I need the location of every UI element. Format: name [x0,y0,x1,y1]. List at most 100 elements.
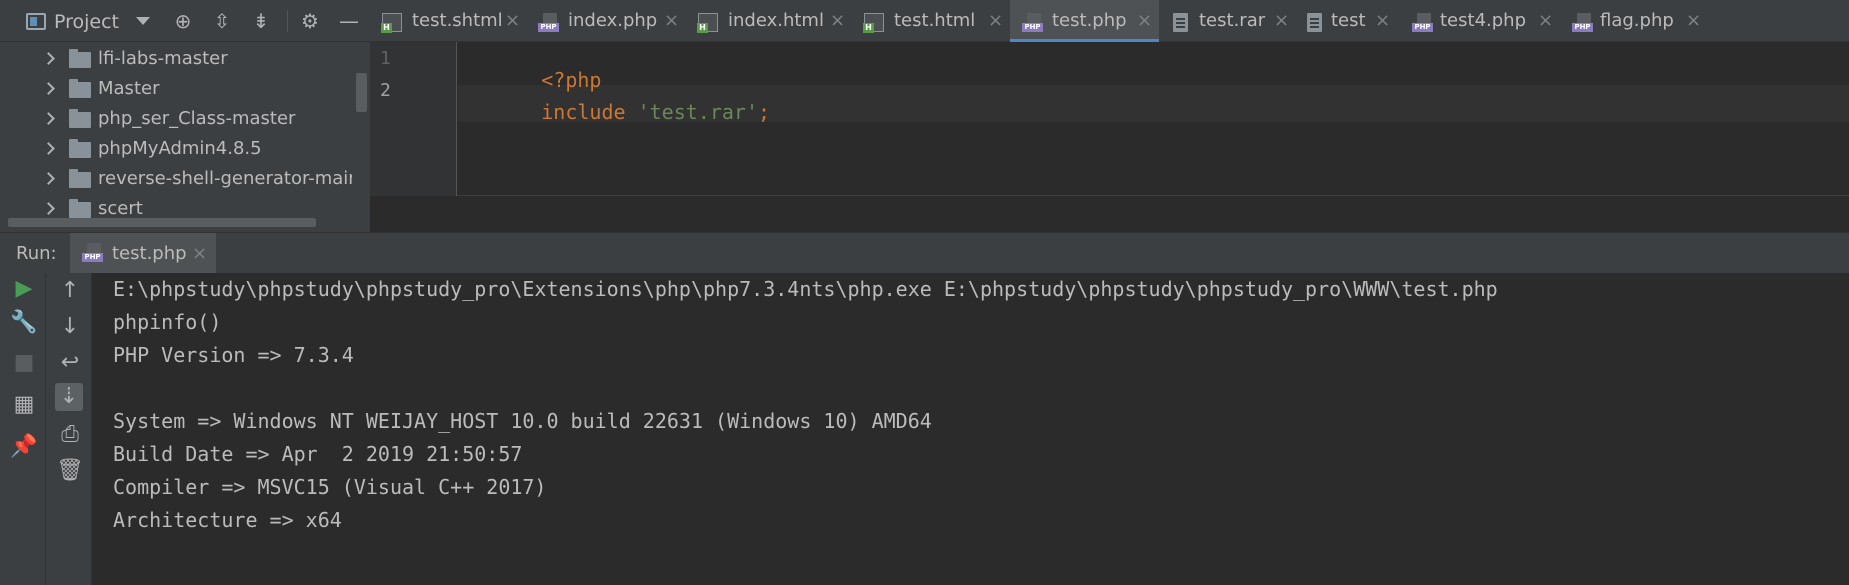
tab-test-rar[interactable]: test.rar × [1159,0,1289,42]
php-file-icon [1572,13,1593,32]
collapse-all-icon[interactable]: ⇟ [249,9,273,33]
tree-vertical-scrollbar[interactable] [356,73,367,112]
chevron-right-icon[interactable] [42,202,55,215]
scroll-to-end-icon[interactable]: ⇣ [55,383,83,411]
chevron-down-icon[interactable] [136,17,150,25]
run-tab-test-php[interactable]: test.php × [70,233,216,273]
tab-label: test.html [894,10,976,31]
tab-index-html[interactable]: index.html × [686,0,852,42]
folder-icon [69,139,91,158]
run-toolbar-right: ↑ ↓ ↩ ⇣ ⎙ 🗑 [46,273,92,585]
html-file-icon [381,13,402,33]
console-line: PHP Version => 7.3.4 [113,343,354,367]
close-icon[interactable]: × [1538,10,1553,31]
tab-label: test.php [1052,10,1127,31]
folder-icon [69,199,91,218]
line-number: 2 [380,80,391,101]
arrow-up-icon[interactable]: ↑ [56,277,84,305]
tree-item[interactable]: phpMyAdmin4.8.5 [0,134,352,164]
tree-item-label: scert [98,198,143,219]
tab-label: test.rar [1199,10,1266,31]
tree-item[interactable]: scert [0,194,352,220]
tree-item[interactable]: lfi-labs-master [0,44,352,74]
console-line: E:\phpstudy\phpstudy\phpstudy_pro\Extens… [113,277,1498,301]
run-panel: Run: test.php × ▶ 🔧 ■ ▦ 📌 ↑ ↓ ↩ ⇣ ⎙ 🗑 E:… [0,232,1849,585]
tab-flag-php[interactable]: flag.php × [1560,0,1710,42]
print-icon[interactable]: ⎙ [56,421,84,449]
php-file-icon [538,13,559,32]
tree-item[interactable]: reverse-shell-generator-main [0,164,352,194]
tab-test-shtml[interactable]: test.shtml × [370,0,526,42]
console-output[interactable]: E:\phpstudy\phpstudy\phpstudy_pro\Extens… [96,273,1849,585]
close-icon[interactable]: × [664,10,679,31]
close-icon[interactable]: × [988,10,1003,31]
run-toolbar-left: ▶ 🔧 ■ ▦ 📌 [0,273,46,585]
close-icon[interactable]: × [830,10,845,31]
chevron-right-icon[interactable] [42,142,55,155]
text-file-icon [1307,13,1322,32]
tab-index-php[interactable]: index.php × [526,0,686,42]
console-line: Compiler => MSVC15 (Visual C++ 2017) [113,475,547,499]
html-file-icon [863,13,884,33]
stop-icon[interactable]: ■ [10,349,38,377]
chevron-right-icon[interactable] [42,172,55,185]
trash-icon[interactable]: 🗑 [56,457,84,485]
project-title[interactable]: Project [54,11,119,33]
arrow-down-icon[interactable]: ↓ [56,313,84,341]
gear-icon[interactable]: ⚙ [298,9,322,33]
editor-empty-area [370,196,1849,232]
pin-icon[interactable]: 📌 [10,433,38,461]
tree-item[interactable]: Master [0,74,352,104]
tab-test4-php[interactable]: test4.php × [1400,0,1560,42]
tab-label: index.html [728,10,824,31]
folder-icon [69,169,91,188]
soft-wrap-icon[interactable]: ↩ [56,349,84,377]
console-line: System => Windows NT WEIJAY_HOST 10.0 bu… [113,409,932,433]
code-editor[interactable]: 1 2 <?php include 'test.rar'; [370,42,1849,196]
run-tab-label: test.php [112,243,187,264]
layout-icon[interactable]: ▦ [10,391,38,419]
close-icon[interactable]: × [1137,10,1152,31]
line-number-gutter: 1 2 [370,42,457,196]
toolbar-divider [287,10,288,32]
hide-icon[interactable]: — [337,9,361,33]
close-icon[interactable]: × [1274,10,1289,31]
php-file-icon [82,243,103,262]
close-icon[interactable]: × [1686,10,1701,31]
tree-item[interactable]: php_ser_Class-master [0,104,352,134]
php-file-icon [1412,13,1433,32]
code-line-2[interactable]: include 'test.rar'; [469,76,770,148]
expand-all-icon[interactable]: ⇳ [210,9,234,33]
tab-test-html[interactable]: test.html × [852,0,1010,42]
string-literal: 'test.rar' [637,100,759,124]
tab-label: test.shtml [412,10,503,31]
project-header: Project ⊕ ⇳ ⇟ ⚙ — [0,0,370,42]
close-icon[interactable]: × [1375,10,1390,31]
keyword-include: include [541,100,626,124]
close-icon[interactable]: × [505,10,520,31]
console-line: phpinfo() [113,310,222,334]
target-icon[interactable]: ⊕ [171,9,195,33]
tab-test[interactable]: test × [1293,0,1397,42]
project-tree: lfi-labs-master Master php_ser_Class-mas… [0,44,352,220]
close-icon[interactable]: × [192,243,207,264]
tab-label: test [1331,10,1366,31]
wrench-icon[interactable]: 🔧 [10,309,38,337]
chevron-right-icon[interactable] [42,52,55,65]
folder-icon [69,79,91,98]
tab-test-php[interactable]: test.php × [1010,0,1159,42]
tab-label: test4.php [1440,10,1527,31]
tree-item-label: phpMyAdmin4.8.5 [98,138,262,159]
folder-icon [69,109,91,128]
console-line: Build Date => Apr 2 2019 21:50:57 [113,442,523,466]
text-file-icon [1173,13,1188,32]
project-window-icon [26,13,46,30]
rerun-icon[interactable]: ▶ [10,275,38,303]
project-panel: Project ⊕ ⇳ ⇟ ⚙ — lfi-labs-master Master [0,0,370,232]
chevron-right-icon[interactable] [42,82,55,95]
tree-item-label: lfi-labs-master [98,48,228,69]
editor-tab-bar: test.shtml × index.php × index.html × te… [370,0,1849,42]
semicolon: ; [758,100,771,124]
chevron-right-icon[interactable] [42,112,55,125]
tree-horizontal-scrollbar[interactable] [8,218,316,227]
